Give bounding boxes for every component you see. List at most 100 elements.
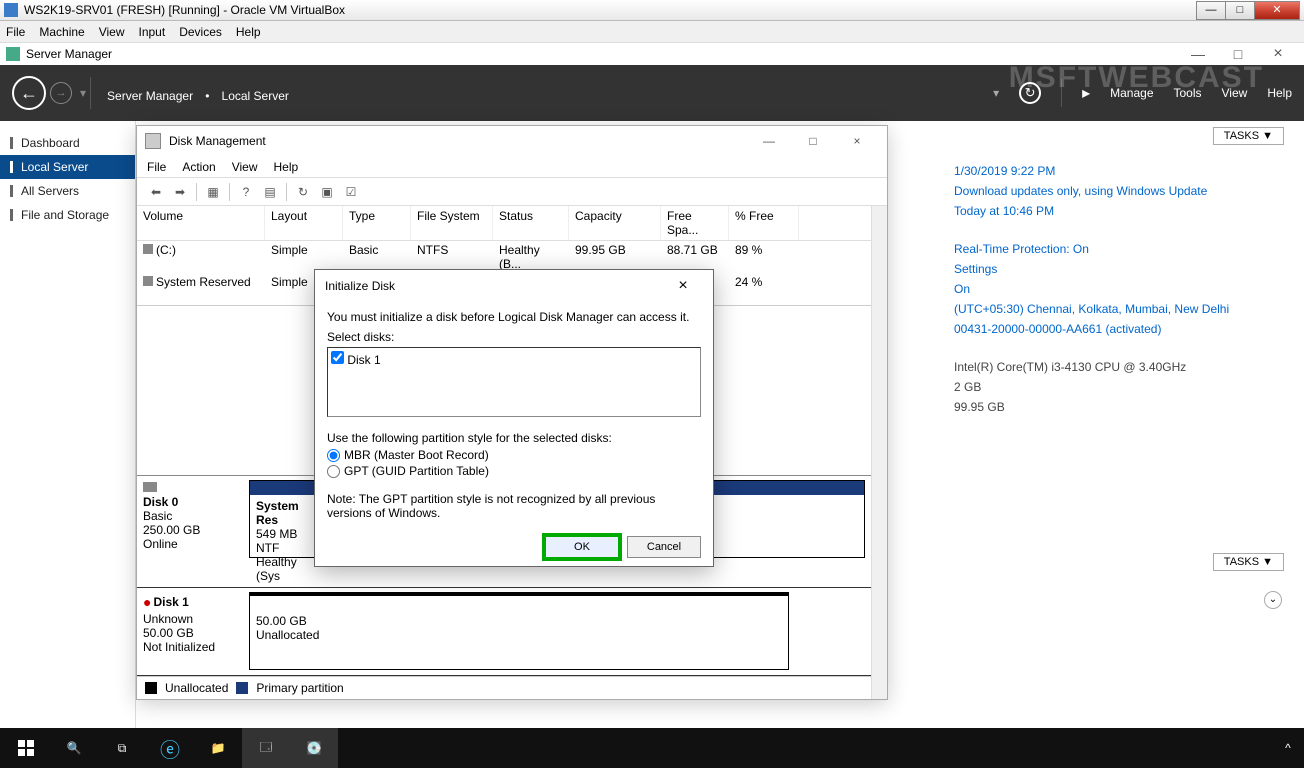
maximize-button[interactable]: □: [1225, 1, 1255, 20]
partition-box[interactable]: 50.00 GB Unallocated: [249, 592, 789, 670]
back-button[interactable]: ←: [12, 76, 46, 110]
prop-link[interactable]: Today at 10:46 PM: [954, 201, 1284, 221]
disk1-checkbox[interactable]: [331, 351, 344, 364]
cancel-button[interactable]: Cancel: [627, 536, 701, 558]
dm-menu-view[interactable]: View: [232, 160, 258, 174]
sidebar-item-dashboard[interactable]: Dashboard: [0, 131, 135, 155]
prop-text: Intel(R) Core(TM) i3-4130 CPU @ 3.40GHz: [954, 357, 1284, 377]
dm-menu-action[interactable]: Action: [182, 160, 215, 174]
virtualbox-titlebar: WS2K19-SRV01 (FRESH) [Running] - Oracle …: [0, 0, 1304, 21]
legend-primary: Primary partition: [256, 681, 343, 695]
dm-titlebar[interactable]: Disk Management — □ ×: [137, 126, 887, 156]
chevron-down-icon[interactable]: ▾: [993, 86, 999, 100]
prop-link[interactable]: Real-Time Protection: On: [954, 239, 1284, 259]
tasks-button[interactable]: TASKS ▼: [1213, 127, 1284, 145]
watermark: MSFTWEBCAST: [1009, 61, 1264, 95]
partition-style-label: Use the following partition style for th…: [327, 431, 701, 445]
sm-close-button[interactable]: ×: [1258, 45, 1298, 63]
legend-swatch-unallocated: [145, 682, 157, 694]
disk-row[interactable]: ●Disk 1 Unknown 50.00 GB Not Initialized…: [137, 588, 871, 676]
help-icon[interactable]: ?: [235, 181, 257, 203]
taskbar: 🔍 ⧉ ⓔ 📁 🗔 💽 ^: [0, 728, 1304, 768]
sidebar-item-local-server[interactable]: Local Server: [0, 155, 135, 179]
virtualbox-title: WS2K19-SRV01 (FRESH) [Running] - Oracle …: [24, 3, 1197, 17]
refresh-tool-icon[interactable]: ↻: [292, 181, 314, 203]
sm-maximize-button[interactable]: □: [1218, 46, 1258, 62]
virtualbox-menubar: File Machine View Input Devices Help: [0, 21, 1304, 43]
dialog-titlebar[interactable]: Initialize Disk ×: [315, 270, 713, 302]
menu-help-sm[interactable]: Help: [1267, 86, 1292, 100]
ie-icon[interactable]: ⓔ: [146, 728, 194, 768]
show-hidden-icon[interactable]: ^: [1274, 728, 1302, 768]
dm-toolbar: ⬅ ➡ ▦ ? ▤ ↻ ▣ ☑: [137, 178, 887, 206]
col-free[interactable]: Free Spa...: [661, 206, 729, 240]
disk-legend: Unallocated Primary partition: [137, 676, 871, 699]
start-button[interactable]: [2, 728, 50, 768]
scrollbar[interactable]: [871, 206, 887, 699]
disk-status: Online: [143, 537, 239, 551]
prop-link[interactable]: Settings: [954, 259, 1284, 279]
minimize-button[interactable]: —: [1196, 1, 1226, 20]
col-type[interactable]: Type: [343, 206, 411, 240]
dm-menu-help[interactable]: Help: [274, 160, 299, 174]
disk-selection-list[interactable]: Disk 1: [327, 347, 701, 417]
dm-close-button[interactable]: ×: [835, 134, 879, 148]
sm-minimize-button[interactable]: —: [1178, 46, 1218, 62]
ok-button[interactable]: OK: [545, 536, 619, 558]
menu-input[interactable]: Input: [139, 25, 166, 39]
gpt-radio-row[interactable]: GPT (GUID Partition Table): [327, 464, 701, 478]
col-capacity[interactable]: Capacity: [569, 206, 661, 240]
col-filesystem[interactable]: File System: [411, 206, 493, 240]
mbr-radio[interactable]: [327, 449, 340, 462]
list-icon[interactable]: ▤: [259, 181, 281, 203]
forward-icon[interactable]: ➡: [169, 181, 191, 203]
menu-view[interactable]: View: [99, 25, 125, 39]
server-manager-taskbar-icon[interactable]: 🗔: [242, 728, 290, 768]
col-layout[interactable]: Layout: [265, 206, 343, 240]
disk-type: Unknown: [143, 612, 239, 626]
col-status[interactable]: Status: [493, 206, 569, 240]
breadcrumb-root[interactable]: Server Manager: [107, 89, 193, 103]
dialog-note: Note: The GPT partition style is not rec…: [327, 492, 701, 520]
select-disks-label: Select disks:: [327, 330, 701, 344]
sidebar-item-file-storage[interactable]: File and Storage: [0, 203, 135, 227]
back-icon[interactable]: ⬅: [145, 181, 167, 203]
disk-checkbox-row[interactable]: Disk 1: [331, 351, 697, 367]
menu-help[interactable]: Help: [236, 25, 261, 39]
check-icon[interactable]: ☑: [340, 181, 362, 203]
menu-file[interactable]: File: [6, 25, 25, 39]
file-explorer-icon[interactable]: 📁: [194, 728, 242, 768]
col-volume[interactable]: Volume: [137, 206, 265, 240]
dm-minimize-button[interactable]: —: [747, 134, 791, 148]
error-icon: ●: [143, 594, 151, 610]
dialog-close-button[interactable]: ×: [663, 277, 703, 295]
prop-link[interactable]: Download updates only, using Windows Upd…: [954, 181, 1284, 201]
tool-icon[interactable]: ▣: [316, 181, 338, 203]
dm-maximize-button[interactable]: □: [791, 134, 835, 148]
disk-mgmt-icon: [145, 133, 161, 149]
forward-button[interactable]: →: [50, 82, 72, 104]
dropdown-icon[interactable]: ▾: [80, 86, 86, 100]
close-button[interactable]: ✕: [1254, 1, 1300, 20]
prop-link[interactable]: 00431-20000-00000-AA661 (activated): [954, 319, 1284, 339]
mbr-radio-row[interactable]: MBR (Master Boot Record): [327, 448, 701, 462]
expand-icon[interactable]: ⌄: [1264, 591, 1282, 609]
grid-icon[interactable]: ▦: [202, 181, 224, 203]
tasks-button-lower[interactable]: TASKS ▼: [1213, 553, 1284, 571]
table-header-row: Volume Layout Type File System Status Ca…: [137, 206, 871, 241]
disk-type: Basic: [143, 509, 239, 523]
task-view-icon[interactable]: ⧉: [98, 728, 146, 768]
col-pctfree[interactable]: % Free: [729, 206, 799, 240]
menu-machine[interactable]: Machine: [39, 25, 84, 39]
sidebar-item-all-servers[interactable]: All Servers: [0, 179, 135, 203]
search-icon[interactable]: 🔍: [50, 728, 98, 768]
dm-menu-file[interactable]: File: [147, 160, 166, 174]
breadcrumb-current[interactable]: Local Server: [222, 89, 289, 103]
menu-devices[interactable]: Devices: [179, 25, 222, 39]
prop-link[interactable]: (UTC+05:30) Chennai, Kolkata, Mumbai, Ne…: [954, 299, 1284, 319]
prop-link[interactable]: 1/30/2019 9:22 PM: [954, 161, 1284, 181]
prop-link[interactable]: On: [954, 279, 1284, 299]
gpt-radio[interactable]: [327, 465, 340, 478]
disk-mgmt-taskbar-icon[interactable]: 💽: [290, 728, 338, 768]
partition-box[interactable]: System Res 549 MB NTF Healthy (Sys: [249, 480, 319, 558]
